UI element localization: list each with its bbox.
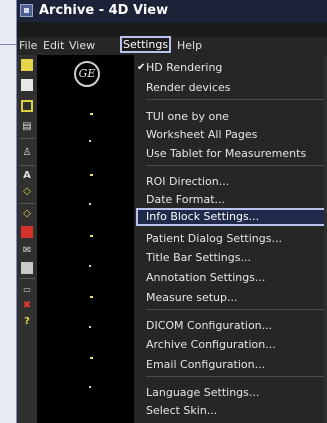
scale-dot	[89, 140, 91, 142]
delete-icon[interactable]: ✖	[21, 300, 33, 312]
text-tool-icon[interactable]: A	[21, 170, 33, 182]
menu-separator	[146, 376, 324, 377]
menu-item-tui-one-by-one[interactable]: TUI one by one	[146, 110, 229, 124]
save-icon[interactable]	[21, 100, 33, 112]
image-viewer[interactable]: GE	[37, 55, 134, 423]
menu-item-dicom-configuration[interactable]: DICOM Configuration...	[146, 319, 272, 333]
menu-item-hd-rendering[interactable]: HD Rendering	[146, 61, 222, 75]
tag-icon[interactable]	[21, 226, 33, 238]
menu-separator	[146, 99, 324, 100]
toolbar-divider	[19, 165, 35, 166]
menu-item-title-bar-settings[interactable]: Title Bar Settings...	[146, 251, 251, 265]
menu-view[interactable]: View	[69, 39, 95, 53]
menu-item-patient-dialog-settings[interactable]: Patient Dialog Settings...	[146, 232, 282, 246]
menu-separator	[146, 165, 324, 166]
scale-mark	[90, 357, 93, 359]
background-panel-header	[0, 0, 16, 45]
menu-item-select-skin[interactable]: Select Skin...	[146, 404, 217, 418]
menu-item-email-configuration[interactable]: Email Configuration...	[146, 358, 265, 372]
help-icon[interactable]: ?	[21, 316, 33, 328]
envelope-icon[interactable]: ✉	[21, 245, 33, 257]
menu-file[interactable]: File	[19, 39, 37, 53]
scale-mark	[90, 235, 93, 237]
title-bar: Archive - 4D View	[17, 0, 327, 22]
menu-item-measure-setup[interactable]: Measure setup...	[146, 291, 238, 305]
print-icon[interactable]: ▤	[21, 121, 33, 133]
page-icon[interactable]	[21, 79, 33, 91]
toolbar-divider	[19, 278, 35, 279]
menu-settings[interactable]: Settings	[120, 36, 172, 53]
scale-dot	[89, 326, 91, 328]
scale-mark	[90, 296, 93, 298]
scale-mark	[90, 113, 93, 115]
menu-edit[interactable]: Edit	[43, 39, 64, 53]
menu-bar: File Edit View Settings Help	[17, 36, 327, 55]
menu-item-info-block-settings[interactable]: Info Block Settings...	[136, 208, 326, 226]
menu-item-date-format[interactable]: Date Format...	[146, 193, 225, 207]
background-panel	[0, 0, 18, 423]
diamond-icon[interactable]: ◇	[21, 186, 33, 198]
scale-dot	[89, 265, 91, 267]
scale-dot	[89, 386, 91, 388]
folder-icon[interactable]	[21, 59, 33, 71]
menu-item-roi-direction[interactable]: ROI Direction...	[146, 175, 229, 189]
scale-dot	[89, 203, 91, 205]
menu-item-archive-configuration[interactable]: Archive Configuration...	[146, 338, 276, 352]
window-title: Archive - 4D View	[39, 3, 169, 18]
menu-help[interactable]: Help	[177, 39, 202, 53]
menu-item-language-settings[interactable]: Language Settings...	[146, 386, 259, 400]
diamond-outline-icon[interactable]: ◇	[21, 208, 33, 220]
menu-item-render-devices[interactable]: Render devices	[146, 81, 231, 95]
menu-item-worksheet-all-pages[interactable]: Worksheet All Pages	[146, 128, 257, 142]
toolbar-divider	[19, 138, 35, 139]
tool-bar: ▤ ♙ A ◇ ◇ ✉ ▭ ✖ ?	[17, 55, 37, 423]
toolbar-divider	[19, 203, 35, 204]
report-icon[interactable]: ▭	[21, 284, 33, 296]
menu-item-annotation-settings[interactable]: Annotation Settings...	[146, 271, 265, 285]
menu-item-use-tablet[interactable]: Use Tablet for Measurements	[146, 147, 306, 161]
app-window: Archive - 4D View File Edit View Setting…	[17, 0, 327, 423]
settings-dropdown-menu: ✔ HD Rendering Render devices TUI one by…	[134, 55, 327, 423]
scale-mark	[90, 174, 93, 176]
report-icon[interactable]	[21, 262, 33, 274]
ge-logo: GE	[74, 61, 100, 87]
menu-separator	[146, 309, 324, 310]
person-icon[interactable]: ♙	[21, 147, 33, 159]
app-icon	[20, 4, 33, 17]
